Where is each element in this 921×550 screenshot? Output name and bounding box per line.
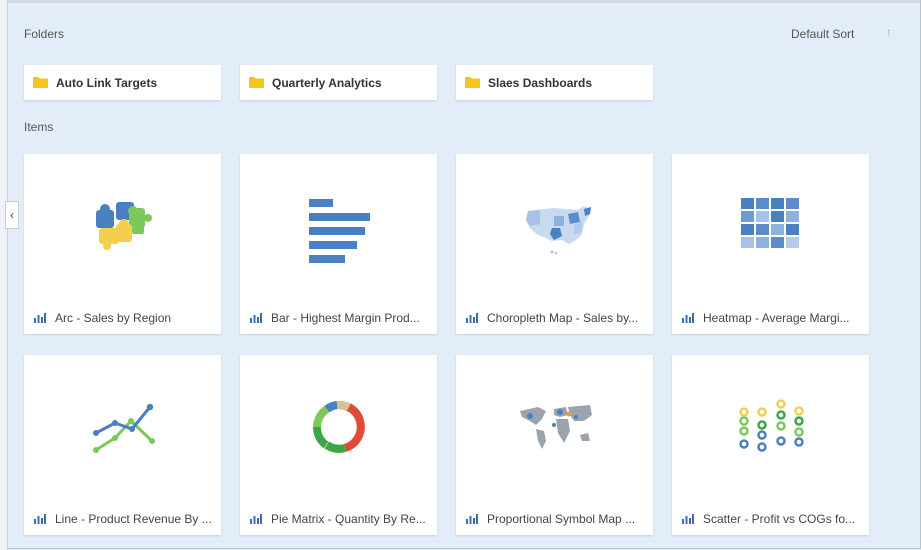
folder-icon [249, 77, 264, 88]
chevron-left-icon: ‹ [10, 208, 14, 222]
item-title: Choropleth Map - Sales by... [487, 311, 639, 325]
world-map-icon [520, 405, 592, 449]
left-panel-edge [0, 0, 8, 550]
folder-name: Quarterly Analytics [272, 75, 382, 90]
item-card-bar[interactable]: Bar - Highest Margin Prod... [240, 154, 437, 334]
dashboard-icon [466, 313, 478, 323]
puzzle-icon [96, 202, 152, 250]
sort-dropdown[interactable]: Default Sort [791, 27, 854, 41]
item-title: Heatmap - Average Margi... [703, 311, 850, 325]
folder-quarterly-analytics[interactable]: Quarterly Analytics [240, 65, 437, 100]
item-title: Scatter - Profit vs COGs fo... [703, 512, 856, 526]
folder-name: Slaes Dashboards [488, 75, 593, 90]
heatmap-icon [741, 198, 799, 248]
folder-icon [465, 77, 480, 88]
us-map-icon [526, 206, 591, 255]
dashboard-icon [466, 514, 478, 524]
dashboard-icon [34, 313, 46, 323]
item-title: Arc - Sales by Region [55, 311, 172, 325]
item-card-proportional-symbol-map[interactable]: Proportional Symbol Map ... [456, 355, 653, 535]
item-card-pie-matrix[interactable]: Pie Matrix - Quantity By Re... [240, 355, 437, 535]
item-card-arc[interactable]: Arc - Sales by Region [24, 154, 221, 334]
item-title: Line - Product Revenue By ... [55, 512, 212, 526]
donut-chart-icon [313, 400, 365, 453]
item-card-heatmap[interactable]: Heatmap - Average Margi... [672, 154, 869, 334]
item-title: Pie Matrix - Quantity By Re... [271, 512, 426, 526]
sort-direction-icon[interactable]: ↑ [886, 25, 892, 39]
folder-name: Auto Link Targets [56, 75, 158, 90]
dashboard-icon [682, 514, 694, 524]
folder-icon [33, 77, 48, 88]
line-chart-icon [93, 403, 155, 453]
dashboard-icon [682, 313, 694, 323]
folder-slaes-dashboards[interactable]: Slaes Dashboards [456, 65, 653, 100]
dashboard-icon [250, 313, 262, 323]
item-card-scatter[interactable]: Scatter - Profit vs COGs fo... [672, 355, 869, 535]
folder-auto-link-targets[interactable]: Auto Link Targets [24, 65, 221, 100]
dashboard-icon [34, 514, 46, 524]
folders-heading: Folders [24, 27, 65, 41]
item-title: Bar - Highest Margin Prod... [271, 311, 420, 325]
bar-chart-icon [309, 199, 370, 263]
scatter-chart-icon [739, 399, 804, 452]
item-card-choropleth[interactable]: Choropleth Map - Sales by... [456, 154, 653, 334]
item-card-line[interactable]: Line - Product Revenue By ... [24, 355, 221, 535]
dashboard-icon [250, 514, 262, 524]
collapse-panel-button[interactable]: ‹ [5, 201, 19, 229]
items-heading: Items [24, 120, 54, 134]
item-title: Proportional Symbol Map ... [487, 512, 636, 526]
